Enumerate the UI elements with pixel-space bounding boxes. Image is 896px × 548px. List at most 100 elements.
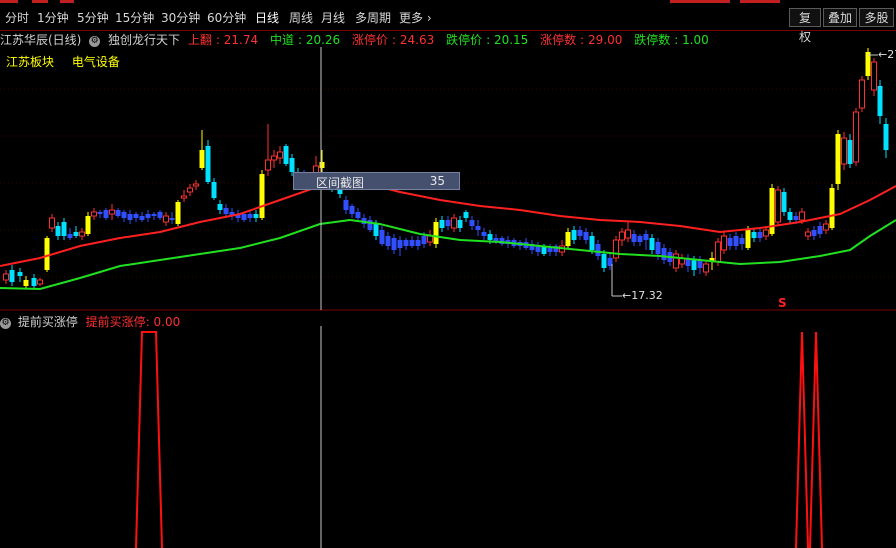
candle-body	[565, 232, 571, 246]
candle-body	[643, 234, 649, 240]
candle-body	[637, 236, 643, 242]
candle-body	[655, 242, 661, 254]
candle-body	[343, 200, 349, 210]
candle-body	[757, 232, 763, 238]
candle-body	[445, 220, 451, 226]
candle-body	[697, 260, 703, 268]
candle-body	[547, 248, 553, 252]
candle-body	[355, 212, 361, 218]
candle-body	[817, 226, 823, 234]
candle-body	[469, 220, 475, 226]
candle-body	[433, 222, 439, 244]
candle-body	[595, 244, 601, 256]
candle-body	[487, 234, 493, 240]
candle-body	[391, 238, 397, 250]
candle-body	[775, 189, 781, 223]
candle-body	[601, 254, 607, 268]
sub-legend: ⚙ 提前买涨停 提前买涨停: 0.00	[0, 315, 181, 329]
candle-body	[283, 146, 289, 164]
candle-body	[577, 230, 583, 236]
candle-body	[289, 158, 295, 172]
candle-body	[3, 273, 9, 281]
candle-body	[187, 187, 193, 193]
candle-body	[721, 235, 727, 251]
signal-spike	[809, 331, 823, 548]
candle-body	[703, 263, 709, 273]
candle-body	[811, 230, 817, 236]
chart-canvas[interactable]	[0, 0, 896, 548]
low-price-value: 17.32	[631, 289, 663, 302]
candle-body	[463, 212, 469, 218]
candle-body	[271, 155, 277, 161]
candle-body	[835, 134, 841, 184]
candle-body	[217, 204, 223, 210]
candle-body	[871, 61, 877, 91]
candle-body	[631, 234, 637, 242]
tooltip-value: 35	[429, 174, 445, 188]
candle-body	[799, 211, 805, 221]
candle-body	[781, 192, 787, 212]
selection-tooltip[interactable]: 区间截图 35	[293, 172, 460, 190]
candle-body	[823, 223, 829, 231]
candle-body	[571, 230, 577, 240]
candle-body	[103, 210, 109, 218]
candle-body	[859, 79, 865, 109]
candle-body	[763, 229, 769, 237]
sub-indicator-name[interactable]: 提前买涨停	[18, 315, 78, 329]
candle-body	[133, 214, 139, 218]
candle-body	[193, 183, 199, 187]
candle-body	[481, 232, 487, 236]
candle-body	[67, 234, 73, 238]
candle-body	[169, 218, 175, 220]
candle-body	[421, 236, 427, 244]
signal-spike	[795, 331, 809, 548]
candle-body	[253, 214, 259, 218]
candle-body	[787, 212, 793, 220]
high-price-value: 27	[887, 48, 896, 61]
candle-body	[223, 208, 229, 214]
sub-settings-icon[interactable]: ⚙	[0, 318, 11, 329]
candle-body	[23, 280, 29, 286]
candle-body	[385, 236, 391, 246]
candle-body	[415, 240, 421, 246]
candle-body	[199, 150, 205, 168]
candle-body	[91, 211, 97, 217]
candle-body	[49, 217, 55, 229]
candle-body	[259, 174, 265, 218]
candle-body	[847, 140, 853, 164]
candle-body	[853, 111, 859, 163]
candle-body	[715, 241, 721, 263]
sub-line-label: 提前买涨停	[85, 315, 146, 329]
candle-body	[403, 240, 409, 246]
candle-body	[457, 220, 463, 228]
candle-body	[805, 231, 811, 237]
candle-body	[589, 236, 595, 250]
candle-body	[241, 214, 247, 220]
signal-lines	[135, 331, 823, 548]
candle-body	[745, 230, 751, 248]
candle-body	[73, 232, 79, 236]
candle-body	[793, 216, 799, 220]
candle-body	[115, 210, 121, 216]
candle-body	[751, 232, 757, 238]
candle-body	[61, 222, 67, 236]
candle-body	[163, 215, 169, 223]
candle-body	[205, 146, 211, 182]
candle-body	[883, 124, 889, 150]
candle-body	[319, 162, 325, 168]
candle-body	[17, 272, 23, 276]
candle-body	[157, 212, 163, 218]
candle-body	[175, 202, 181, 224]
candle-body	[691, 260, 697, 270]
candle-body	[121, 212, 127, 218]
candle-body	[265, 159, 271, 171]
candle-body	[661, 248, 667, 260]
candle-body	[475, 226, 481, 230]
tooltip-text: 区间截图	[316, 176, 365, 190]
candle-body	[613, 239, 619, 259]
candlesticks	[3, 48, 889, 288]
candle-body	[211, 182, 217, 198]
sub-line-value: 0.00	[153, 315, 181, 329]
candle-body	[145, 214, 151, 218]
candle-body	[619, 231, 625, 241]
